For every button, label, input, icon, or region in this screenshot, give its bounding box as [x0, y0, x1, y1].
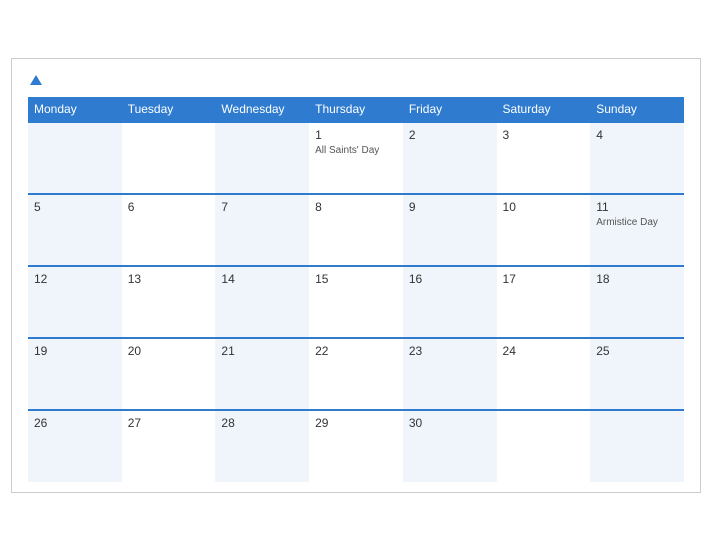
calendar-cell [590, 410, 684, 482]
calendar-cell: 24 [497, 338, 591, 410]
day-number: 1 [315, 128, 397, 142]
calendar-week-row: 19 20 21 22 23 24 25 [28, 338, 684, 410]
calendar-cell: 5 [28, 194, 122, 266]
weekday-header-thursday: Thursday [309, 97, 403, 122]
day-number: 14 [221, 272, 303, 286]
holiday-label: All Saints' Day [315, 145, 397, 156]
calendar-cell: 13 [122, 266, 216, 338]
day-number: 3 [503, 128, 585, 142]
calendar-cell: 28 [215, 410, 309, 482]
day-number: 16 [409, 272, 491, 286]
calendar-table: MondayTuesdayWednesdayThursdayFridaySatu… [28, 97, 684, 482]
calendar-cell: 8 [309, 194, 403, 266]
calendar-cell: 23 [403, 338, 497, 410]
calendar-cell: 14 [215, 266, 309, 338]
calendar-week-row: 1 All Saints' Day 234 [28, 122, 684, 194]
calendar-cell [497, 410, 591, 482]
day-number: 21 [221, 344, 303, 358]
weekday-header-row: MondayTuesdayWednesdayThursdayFridaySatu… [28, 97, 684, 122]
calendar-cell: 10 [497, 194, 591, 266]
calendar-cell [215, 122, 309, 194]
day-number: 29 [315, 416, 397, 430]
calendar-cell: 22 [309, 338, 403, 410]
calendar-cell [122, 122, 216, 194]
calendar-cell: 1 All Saints' Day [309, 122, 403, 194]
calendar-cell: 27 [122, 410, 216, 482]
calendar-cell: 9 [403, 194, 497, 266]
calendar-cell: 26 [28, 410, 122, 482]
weekday-header-monday: Monday [28, 97, 122, 122]
day-number: 20 [128, 344, 210, 358]
holiday-label: Armistice Day [596, 217, 678, 228]
weekday-header-friday: Friday [403, 97, 497, 122]
logo [28, 75, 42, 85]
calendar-cell [28, 122, 122, 194]
day-number: 22 [315, 344, 397, 358]
weekday-header-saturday: Saturday [497, 97, 591, 122]
day-number: 28 [221, 416, 303, 430]
calendar-cell: 11 Armistice Day [590, 194, 684, 266]
weekday-header-sunday: Sunday [590, 97, 684, 122]
calendar-cell: 21 [215, 338, 309, 410]
day-number: 19 [34, 344, 116, 358]
calendar-week-row: 56789 10 11 Armistice Day [28, 194, 684, 266]
day-number: 11 [596, 200, 678, 214]
weekday-header-wednesday: Wednesday [215, 97, 309, 122]
weekday-header-tuesday: Tuesday [122, 97, 216, 122]
day-number: 2 [409, 128, 491, 142]
calendar-cell: 25 [590, 338, 684, 410]
day-number: 23 [409, 344, 491, 358]
calendar-cell: 17 [497, 266, 591, 338]
day-number: 27 [128, 416, 210, 430]
calendar-week-row: 26 27 28 29 30 [28, 410, 684, 482]
calendar-cell: 15 [309, 266, 403, 338]
day-number: 17 [503, 272, 585, 286]
calendar-cell: 16 [403, 266, 497, 338]
logo-triangle-icon [30, 75, 42, 85]
day-number: 30 [409, 416, 491, 430]
day-number: 13 [128, 272, 210, 286]
day-number: 4 [596, 128, 678, 142]
day-number: 24 [503, 344, 585, 358]
calendar-cell: 6 [122, 194, 216, 266]
calendar-week-row: 12 13 14 15 16 17 18 [28, 266, 684, 338]
calendar-cell: 19 [28, 338, 122, 410]
day-number: 9 [409, 200, 491, 214]
day-number: 18 [596, 272, 678, 286]
day-number: 15 [315, 272, 397, 286]
calendar-cell: 20 [122, 338, 216, 410]
calendar-header [28, 75, 684, 85]
day-number: 26 [34, 416, 116, 430]
day-number: 25 [596, 344, 678, 358]
calendar-cell: 7 [215, 194, 309, 266]
day-number: 5 [34, 200, 116, 214]
calendar-cell: 12 [28, 266, 122, 338]
day-number: 6 [128, 200, 210, 214]
calendar-cell: 18 [590, 266, 684, 338]
calendar-cell: 4 [590, 122, 684, 194]
day-number: 10 [503, 200, 585, 214]
day-number: 8 [315, 200, 397, 214]
calendar-cell: 29 [309, 410, 403, 482]
calendar-container: MondayTuesdayWednesdayThursdayFridaySatu… [11, 58, 701, 493]
calendar-cell: 30 [403, 410, 497, 482]
calendar-cell: 3 [497, 122, 591, 194]
day-number: 7 [221, 200, 303, 214]
calendar-cell: 2 [403, 122, 497, 194]
day-number: 12 [34, 272, 116, 286]
